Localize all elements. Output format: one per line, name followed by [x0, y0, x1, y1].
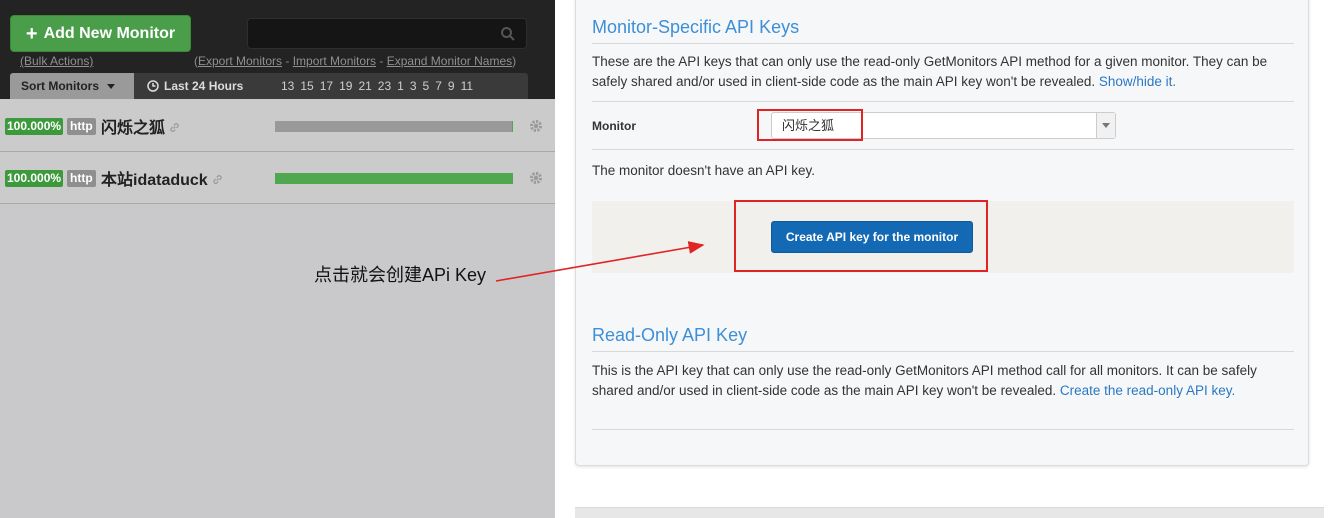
hour-ticks: 13 15 17 19 21 23 1 3 5 7 9 11: [281, 73, 479, 99]
show-hide-link[interactable]: Show/hide it.: [1099, 74, 1176, 89]
export-monitors-link[interactable]: Export Monitors: [198, 54, 282, 68]
monitor-name-text: 闪烁之狐: [101, 120, 166, 137]
monitor-list-header: + Add New Monitor (Bulk Actions) (Export…: [0, 0, 555, 99]
create-readonly-key-link[interactable]: Create the read-only API key.: [1060, 383, 1235, 398]
hour-tick: 3: [409, 79, 417, 93]
section-divider: [592, 351, 1294, 352]
link-icon[interactable]: [169, 122, 180, 133]
monitor-search-input[interactable]: [247, 18, 527, 49]
annotation-text: 点击就会创建APi Key: [314, 265, 487, 285]
create-button-highlight: [734, 200, 988, 272]
caret-down-icon: [107, 83, 115, 89]
monitor-name[interactable]: 闪烁之狐: [101, 114, 180, 138]
gear-icon[interactable]: [528, 118, 544, 134]
next-card-edge: [575, 507, 1324, 518]
monitor-select-highlight: [757, 109, 863, 141]
hour-tick: 13: [281, 79, 295, 93]
monitor-api-keys-title: Monitor-Specific API Keys: [592, 17, 800, 37]
monitor-name[interactable]: 本站idataduck: [101, 166, 223, 190]
protocol-badge: http: [67, 118, 96, 135]
add-new-monitor-button[interactable]: + Add New Monitor: [10, 15, 191, 52]
sort-monitors-label: Sort Monitors: [21, 79, 99, 93]
no-api-key-message: The monitor doesn't have an API key.: [592, 163, 815, 178]
hour-tick: 7: [435, 79, 442, 93]
section-divider: [592, 101, 1294, 102]
expand-monitor-names-link[interactable]: Expand Monitor Names: [387, 54, 512, 68]
monitor-api-keys-description: These are the API keys that can only use…: [592, 52, 1297, 92]
api-settings-card: Monitor-Specific API Keys These are the …: [575, 0, 1309, 466]
uptime-bar: [275, 173, 513, 184]
protocol-badge: http: [67, 170, 96, 187]
section-divider: [592, 149, 1294, 150]
section-divider: [592, 43, 1294, 44]
hour-tick: 21: [358, 79, 372, 93]
list-actions-row: (Bulk Actions) (Export Monitors - Import…: [0, 54, 555, 70]
import-monitors-link[interactable]: Import Monitors: [293, 54, 376, 68]
gear-icon[interactable]: [528, 170, 544, 186]
uptime-bar-fill: [275, 173, 513, 184]
plus-icon: +: [25, 22, 38, 45]
hour-tick: 17: [319, 79, 334, 93]
monitor-row[interactable]: 100.000% http 本站idataduck: [0, 152, 555, 204]
monitor-row[interactable]: 100.000% http 闪烁之狐: [0, 100, 555, 152]
hour-tick: 9: [447, 79, 455, 93]
hour-tick: 15: [300, 79, 314, 93]
hour-tick: 23: [377, 79, 392, 93]
time-range-selector[interactable]: Last 24 Hours: [147, 73, 243, 99]
uptime-bar-fill: [511, 121, 513, 132]
hour-tick: 5: [422, 79, 430, 93]
uptime-badge: 100.000%: [5, 170, 64, 187]
link-icon[interactable]: [212, 174, 223, 185]
monitor-field-label: Monitor: [592, 119, 636, 133]
readonly-api-key-description: This is the API key that can only use th…: [592, 361, 1297, 401]
sort-monitors-dropdown[interactable]: Sort Monitors: [10, 73, 134, 99]
monitor-list-panel: + Add New Monitor (Bulk Actions) (Export…: [0, 0, 555, 518]
clock-icon: [147, 80, 159, 92]
import-export-links: (Export Monitors - Import Monitors - Exp…: [194, 54, 517, 68]
hour-tick: 11: [460, 79, 474, 93]
monitor-name-text: 本站idataduck: [101, 172, 208, 189]
section-divider: [592, 429, 1294, 430]
search-icon[interactable]: [500, 26, 516, 42]
chevron-down-icon[interactable]: [1096, 113, 1115, 138]
add-new-monitor-label: Add New Monitor: [43, 24, 176, 42]
bulk-actions-link[interactable]: (Bulk Actions): [20, 54, 93, 68]
sort-toolbar: Sort Monitors Last 24 Hours 13 15 17 19 …: [10, 73, 528, 99]
uptime-bar: [275, 121, 513, 132]
time-range-label: Last 24 Hours: [164, 79, 244, 93]
uptime-badge: 100.000%: [5, 118, 64, 135]
hour-tick: 1: [397, 79, 404, 93]
hour-tick: 19: [339, 79, 353, 93]
readonly-api-key-title: Read-Only API Key: [592, 325, 748, 345]
